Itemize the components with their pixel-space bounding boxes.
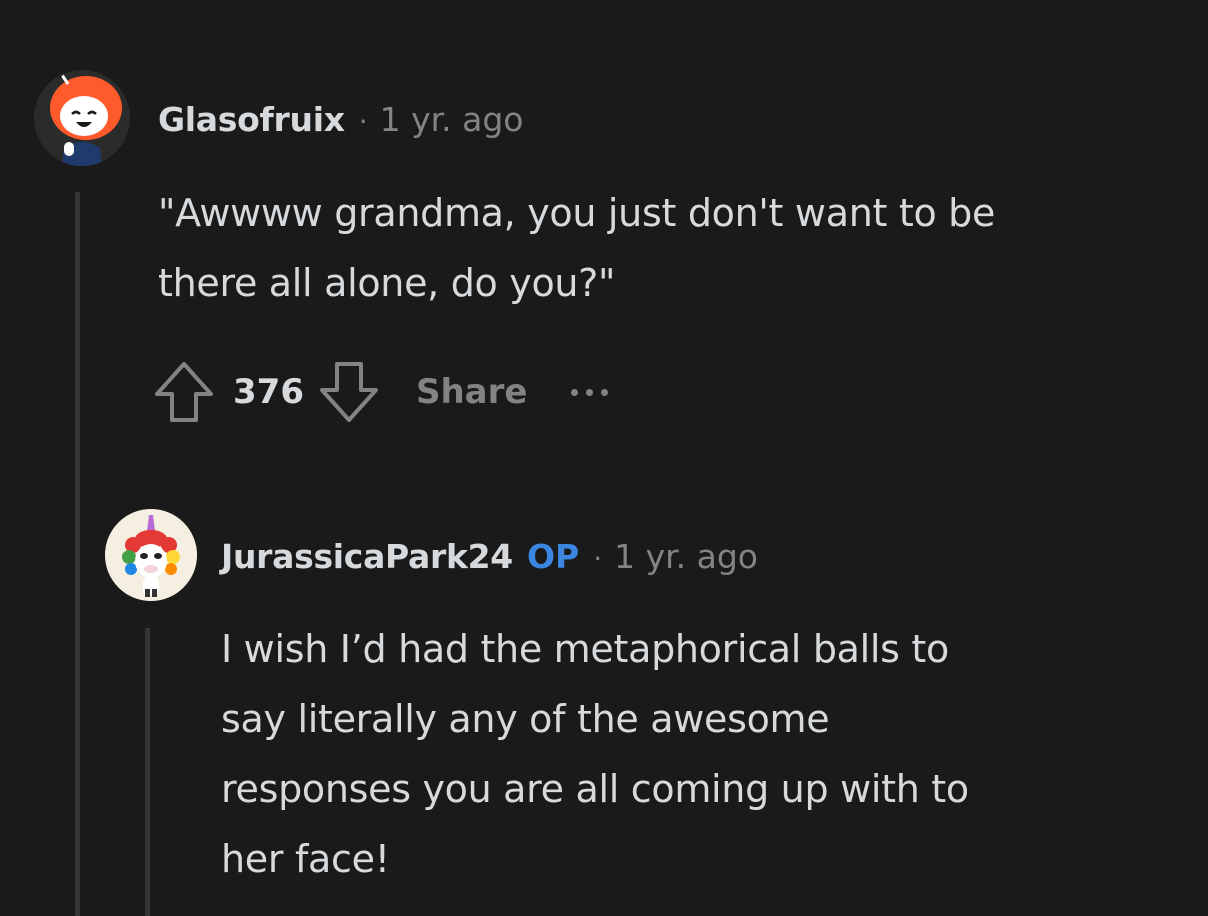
comment-body: I wish I’d had the metaphorical balls to… bbox=[221, 614, 969, 894]
comment-actions: 376 Share bbox=[153, 360, 609, 424]
comment-body: "Awwww grandma, you just don't want to b… bbox=[158, 178, 995, 318]
comment-body-line: I wish I’d had the metaphorical balls to bbox=[221, 627, 949, 671]
op-badge: OP bbox=[526, 537, 580, 576]
unicorn-avatar-icon bbox=[105, 509, 197, 601]
comment-body-line: responses you are all coming up with to bbox=[221, 767, 969, 811]
timestamp[interactable]: 1 yr. ago bbox=[380, 100, 524, 139]
timestamp[interactable]: 1 yr. ago bbox=[614, 537, 758, 576]
comment-meta: JurassicaPark24 OP · 1 yr. ago bbox=[221, 537, 758, 576]
thread-line-reply[interactable] bbox=[145, 628, 150, 916]
comment-body-line: there all alone, do you?" bbox=[158, 261, 616, 305]
share-button[interactable]: Share bbox=[416, 372, 527, 412]
separator: · bbox=[593, 542, 603, 575]
more-dot bbox=[586, 388, 594, 396]
comment-body-line: "Awwww grandma, you just don't want to b… bbox=[158, 191, 996, 235]
vote-score: 376 bbox=[233, 372, 304, 412]
username[interactable]: JurassicaPark24 bbox=[221, 537, 513, 576]
username[interactable]: Glasofruix bbox=[158, 100, 345, 139]
upvote-arrow-icon bbox=[155, 362, 213, 422]
upvote-button[interactable] bbox=[153, 360, 215, 424]
thread-line-parent[interactable] bbox=[75, 192, 80, 916]
comment-body-line: her face! bbox=[221, 837, 390, 881]
avatar[interactable] bbox=[34, 70, 130, 166]
snoo-avatar-icon bbox=[34, 70, 130, 166]
separator: · bbox=[358, 105, 368, 138]
avatar[interactable] bbox=[105, 509, 197, 601]
downvote-arrow-icon bbox=[319, 362, 378, 422]
downvote-button[interactable] bbox=[318, 360, 380, 424]
more-dot bbox=[601, 388, 609, 396]
more-options-icon[interactable] bbox=[571, 387, 609, 397]
comment-meta: Glasofruix · 1 yr. ago bbox=[158, 100, 524, 139]
more-dot bbox=[571, 388, 579, 396]
comment-body-line: say literally any of the awesome bbox=[221, 697, 830, 741]
